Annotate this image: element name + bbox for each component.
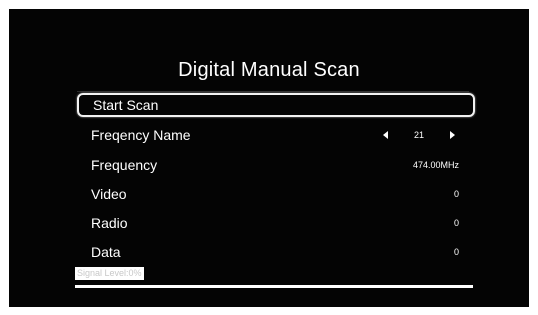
- start-scan-label: Start Scan: [93, 97, 159, 113]
- data-count: 0: [453, 247, 459, 257]
- frequency-name-label: Freqency Name: [91, 127, 191, 143]
- radio-row: Radio 0: [77, 212, 471, 234]
- right-arrow-icon[interactable]: [450, 131, 455, 139]
- tv-screen: Digital Manual Scan Start Scan Freqency …: [9, 9, 529, 307]
- frequency-value: 474.00MHz: [412, 160, 459, 170]
- start-scan-button[interactable]: Start Scan: [77, 93, 475, 117]
- video-count: 0: [453, 189, 459, 199]
- video-row: Video 0: [77, 183, 471, 205]
- radio-count: 0: [453, 218, 459, 228]
- data-row: Data 0: [77, 241, 471, 263]
- title-divider: [77, 91, 469, 92]
- video-label: Video: [91, 186, 127, 202]
- frequency-name-selector[interactable]: 21: [379, 124, 459, 146]
- frequency-label: Frequency: [91, 157, 158, 173]
- frequency-name-value: 21: [413, 130, 424, 140]
- frequency-row[interactable]: Frequency 474.00MHz: [77, 154, 471, 176]
- radio-label: Radio: [91, 215, 128, 231]
- data-label: Data: [91, 244, 121, 260]
- signal-level-bar: [75, 285, 473, 288]
- signal-level-label: Signal Level:0%: [75, 267, 144, 280]
- page-title: Digital Manual Scan: [178, 59, 360, 81]
- frequency-name-row[interactable]: Freqency Name 21: [77, 124, 471, 146]
